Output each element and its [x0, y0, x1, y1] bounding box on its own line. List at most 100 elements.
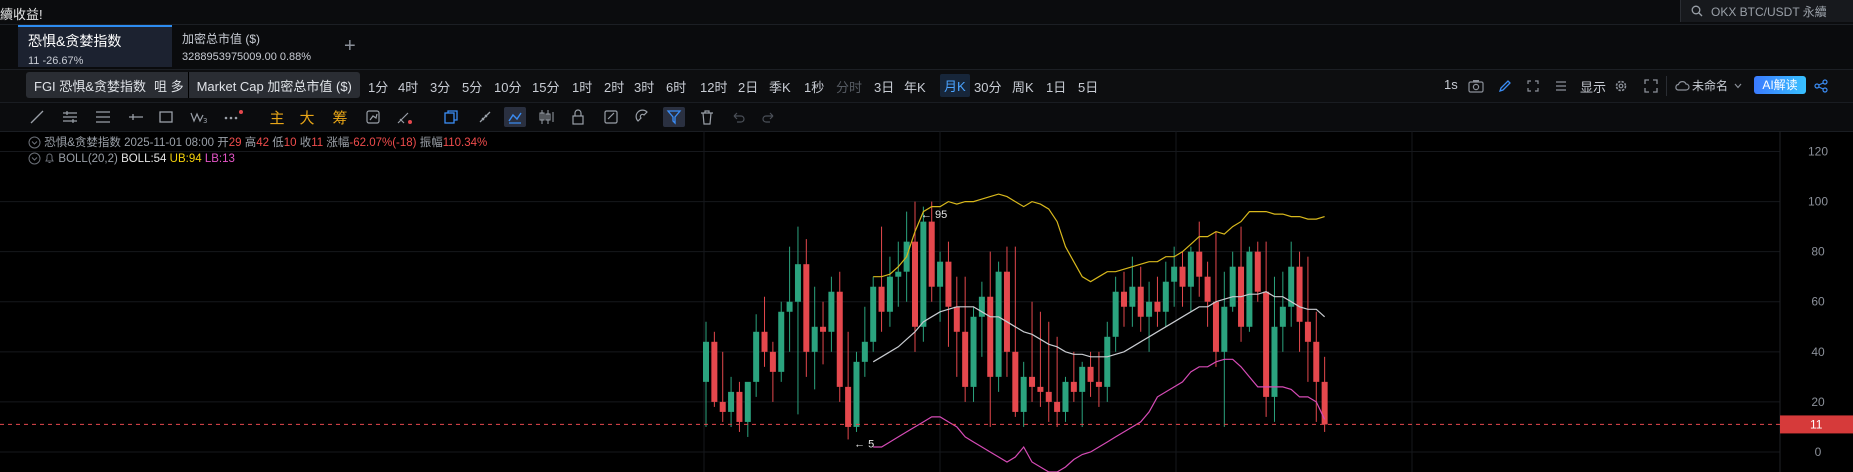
tab-fear-greed[interactable]: 恐惧&贪婪指数 11 -26.67% [18, 25, 172, 67]
share-icon[interactable] [1814, 79, 1828, 93]
layout-name-dropdown[interactable]: 未命名 [1692, 77, 1728, 94]
ruler-icon[interactable] [474, 107, 496, 127]
parallel-lines-icon[interactable] [59, 107, 81, 127]
tooltip-fgi: FGI 恐惧&贪婪指数 [34, 78, 146, 94]
edit-tools-icon[interactable] [394, 107, 416, 127]
ai-analysis-button[interactable]: AI解读 [1754, 76, 1806, 94]
candle-body [1221, 306, 1228, 352]
interval-4[interactable]: 10分 [494, 77, 521, 96]
interval-16[interactable]: 年K [904, 77, 926, 96]
candle-body [711, 341, 718, 402]
candlestick-chart[interactable]: 120 100 80 60 40 20 0 11 ← 95 ← 5 [0, 131, 1853, 472]
interval-3[interactable]: 5分 [462, 77, 482, 96]
interval-14[interactable]: 分时 [836, 77, 862, 96]
candle-body [820, 326, 827, 332]
cloud-icon [1675, 81, 1690, 91]
interval-11[interactable]: 2日 [738, 77, 758, 96]
wave-pattern-icon[interactable]: 3 [188, 107, 210, 127]
display-menu[interactable]: 显示 [1580, 77, 1606, 96]
trend-line-icon[interactable] [26, 107, 48, 127]
gear-icon[interactable] [1614, 79, 1628, 93]
legend-amp-label: 振幅 [419, 137, 443, 149]
candle-body [878, 286, 885, 312]
candle-body [728, 391, 735, 412]
candle-body [811, 326, 818, 352]
legend-change: -62.07%(-18) [349, 137, 417, 149]
trash-icon[interactable] [696, 107, 718, 127]
main-indicator-button[interactable]: 主 [266, 107, 288, 127]
y-tick-label: 100 [1808, 195, 1828, 209]
interval-19[interactable]: 周K [1012, 77, 1034, 96]
horizontal-ray-icon[interactable] [125, 107, 147, 127]
tab-market-cap[interactable]: 加密总市值 ($) 3288953975009.00 0.88% [172, 25, 342, 67]
y-tick-label: 60 [1811, 295, 1825, 309]
redo-icon[interactable] [758, 107, 780, 127]
compare-icon[interactable] [362, 107, 384, 127]
copy-icon[interactable] [440, 107, 462, 127]
note-icon[interactable] [600, 107, 622, 127]
y-tick-label: 40 [1811, 345, 1825, 359]
interval-20[interactable]: 1日 [1046, 77, 1066, 96]
interval-8[interactable]: 3时 [634, 77, 654, 96]
horizontal-lines-icon[interactable] [92, 107, 114, 127]
rectangle-icon[interactable] [155, 107, 177, 127]
interval-0[interactable]: 1分 [368, 77, 388, 96]
tab-subtitle: 11 -26.67% [28, 55, 84, 67]
candle-body [719, 401, 726, 412]
candle-body [1304, 321, 1311, 342]
more-tools-icon[interactable] [222, 107, 244, 127]
interval-7[interactable]: 2时 [604, 77, 624, 96]
candle-body [962, 331, 969, 387]
collapse-icon[interactable] [28, 152, 41, 165]
candle-body [1054, 401, 1061, 412]
filter-icon[interactable] [663, 107, 685, 127]
interval-1[interactable]: 4时 [398, 77, 418, 96]
add-tab-button[interactable]: + [344, 35, 356, 58]
magnet-icon[interactable] [632, 107, 654, 127]
interval-5[interactable]: 15分 [532, 77, 559, 96]
divider [1666, 76, 1667, 96]
candle-body [1162, 281, 1169, 312]
legend-low: 10 [283, 137, 297, 149]
bell-icon[interactable] [44, 152, 55, 164]
screen-expand-icon[interactable] [1526, 79, 1540, 93]
legend-low-label: 低 [272, 137, 284, 149]
list-icon[interactable] [1554, 80, 1568, 92]
interval-18[interactable]: 30分 [974, 77, 1001, 96]
candle-body [1137, 286, 1144, 317]
candle-body [803, 264, 810, 352]
symbol-search[interactable]: OKX BTC/USDT 永續 [1680, 0, 1853, 22]
interval-15[interactable]: 3日 [874, 77, 894, 96]
fullscreen-icon[interactable] [1644, 79, 1658, 93]
interval-17[interactable]: 月K [940, 74, 970, 97]
candle-body [1029, 376, 1036, 387]
candle-body [794, 264, 801, 302]
interval-10[interactable]: 12时 [700, 77, 727, 96]
interval-12[interactable]: 季K [769, 77, 791, 96]
pen-icon[interactable] [1498, 79, 1512, 93]
camera-icon[interactable] [1468, 79, 1484, 93]
candle-body [761, 331, 768, 352]
candle-body [1146, 301, 1153, 317]
interval-9[interactable]: 6时 [666, 77, 686, 96]
lock-icon[interactable] [567, 107, 589, 127]
chevron-down-icon[interactable] [1734, 83, 1742, 89]
legend-high-label: 高 [244, 137, 257, 149]
collapse-icon[interactable] [28, 136, 41, 149]
interval-2[interactable]: 3分 [430, 77, 450, 96]
legend-amp: 110.34% [442, 137, 488, 149]
undo-icon[interactable] [727, 107, 749, 127]
symbol-search-text: OKX BTC/USDT 永續 [1711, 4, 1827, 19]
interval-6[interactable]: 1时 [572, 77, 592, 96]
interval-13[interactable]: 1秒 [804, 77, 824, 96]
candle-body [1204, 276, 1211, 302]
big-indicator-button[interactable]: 大 [296, 107, 318, 127]
interval-21[interactable]: 5日 [1078, 77, 1098, 96]
candle-body [1087, 366, 1094, 382]
magnet-draw-icon[interactable] [504, 107, 526, 127]
chips-indicator-button[interactable]: 筹 [329, 107, 351, 127]
candlestick-icon[interactable] [536, 107, 558, 127]
candle-body [1187, 251, 1194, 287]
candle-body [1313, 341, 1320, 382]
seconds-button[interactable]: 1s [1444, 77, 1458, 92]
